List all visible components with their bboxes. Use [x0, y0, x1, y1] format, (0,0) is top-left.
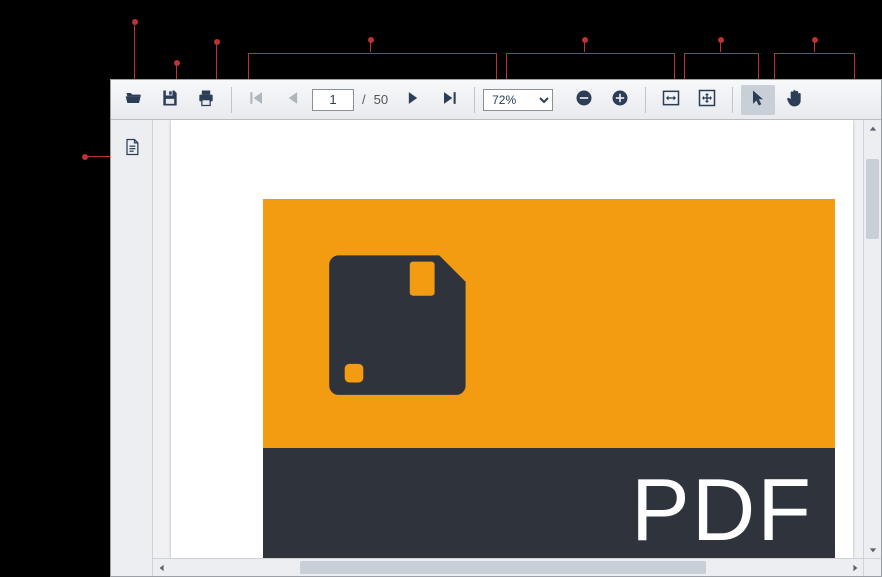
first-page-icon	[247, 88, 267, 111]
vertical-scrollbar[interactable]	[863, 120, 881, 558]
callout-line	[774, 53, 854, 54]
page-number-input[interactable]	[312, 89, 354, 111]
callout-tick	[684, 53, 685, 79]
callout-tick	[854, 53, 855, 79]
toolbar-separator	[474, 87, 475, 113]
fit-page-button[interactable]	[690, 85, 724, 115]
callout-line	[134, 25, 135, 79]
save-button[interactable]	[153, 85, 187, 115]
scroll-right-button[interactable]	[846, 559, 863, 576]
callout-dot	[368, 37, 374, 43]
scroll-track[interactable]	[864, 137, 881, 541]
callout-line	[248, 53, 496, 54]
horizontal-scrollbar[interactable]	[153, 558, 881, 576]
folder-open-icon	[124, 88, 144, 111]
hand-icon	[784, 88, 804, 111]
thumbnails-button[interactable]	[118, 134, 146, 162]
callout-line	[216, 45, 217, 79]
callout-dot	[214, 39, 220, 45]
page-content: PDF	[263, 199, 835, 558]
toolbar-separator	[231, 87, 232, 113]
callout-line	[176, 65, 177, 79]
toolbar: / 50 72%	[111, 80, 881, 120]
last-page-icon	[439, 88, 459, 111]
save-icon	[160, 88, 180, 111]
cover-title: PDF	[631, 459, 813, 558]
callout-tick	[774, 53, 775, 79]
open-button[interactable]	[117, 85, 151, 115]
callout-line	[506, 53, 674, 54]
callout-tick	[758, 53, 759, 79]
floppy-icon	[323, 243, 478, 401]
last-page-button[interactable]	[432, 85, 466, 115]
callout-tick	[674, 53, 675, 79]
next-page-button[interactable]	[396, 85, 430, 115]
zoom-out-icon	[574, 88, 594, 111]
sidebar	[111, 120, 153, 576]
callout-line	[584, 42, 585, 52]
zoom-select[interactable]: 72%	[483, 89, 553, 111]
document-page: PDF	[171, 120, 853, 558]
callout-dot	[174, 60, 180, 66]
callout-line	[684, 53, 758, 54]
prev-page-icon	[283, 88, 303, 111]
main-area: PDF	[111, 120, 881, 576]
zoom-in-button[interactable]	[603, 85, 637, 115]
scroll-left-button[interactable]	[153, 559, 170, 576]
scroll-down-button[interactable]	[864, 541, 881, 558]
select-tool-button[interactable]	[741, 85, 775, 115]
scrollbar-corner	[863, 559, 881, 576]
next-page-icon	[403, 88, 423, 111]
callout-tick	[248, 53, 249, 79]
document-viewport[interactable]: PDF	[153, 120, 863, 558]
callout-line	[814, 42, 815, 52]
pan-tool-button[interactable]	[777, 85, 811, 115]
cursor-icon	[748, 88, 768, 111]
callout-dot	[132, 19, 138, 25]
callout-tick	[506, 53, 507, 79]
fit-width-button[interactable]	[654, 85, 688, 115]
scroll-thumb[interactable]	[866, 159, 879, 239]
callout-tick	[496, 53, 497, 79]
callout-line	[720, 42, 721, 52]
fit-width-icon	[661, 88, 681, 111]
toolbar-separator	[645, 87, 646, 113]
callout-line	[88, 156, 110, 157]
zoom-in-icon	[610, 88, 630, 111]
document-wrap: PDF	[153, 120, 881, 576]
fit-page-icon	[697, 88, 717, 111]
callout-dot	[582, 37, 588, 43]
scroll-up-button[interactable]	[864, 120, 881, 137]
print-button[interactable]	[189, 85, 223, 115]
callout-dot	[82, 154, 88, 160]
scroll-track[interactable]	[170, 559, 846, 576]
page-total: 50	[374, 92, 394, 107]
callout-line	[370, 42, 371, 52]
callout-dot	[812, 37, 818, 43]
scroll-thumb[interactable]	[300, 561, 706, 574]
first-page-button[interactable]	[240, 85, 274, 115]
zoom-out-button[interactable]	[567, 85, 601, 115]
print-icon	[196, 88, 216, 111]
page-icon	[122, 137, 142, 160]
toolbar-separator	[732, 87, 733, 113]
prev-page-button[interactable]	[276, 85, 310, 115]
callout-dot	[718, 37, 724, 43]
pdf-viewer: / 50 72%	[110, 79, 882, 577]
page-separator: /	[356, 92, 372, 107]
